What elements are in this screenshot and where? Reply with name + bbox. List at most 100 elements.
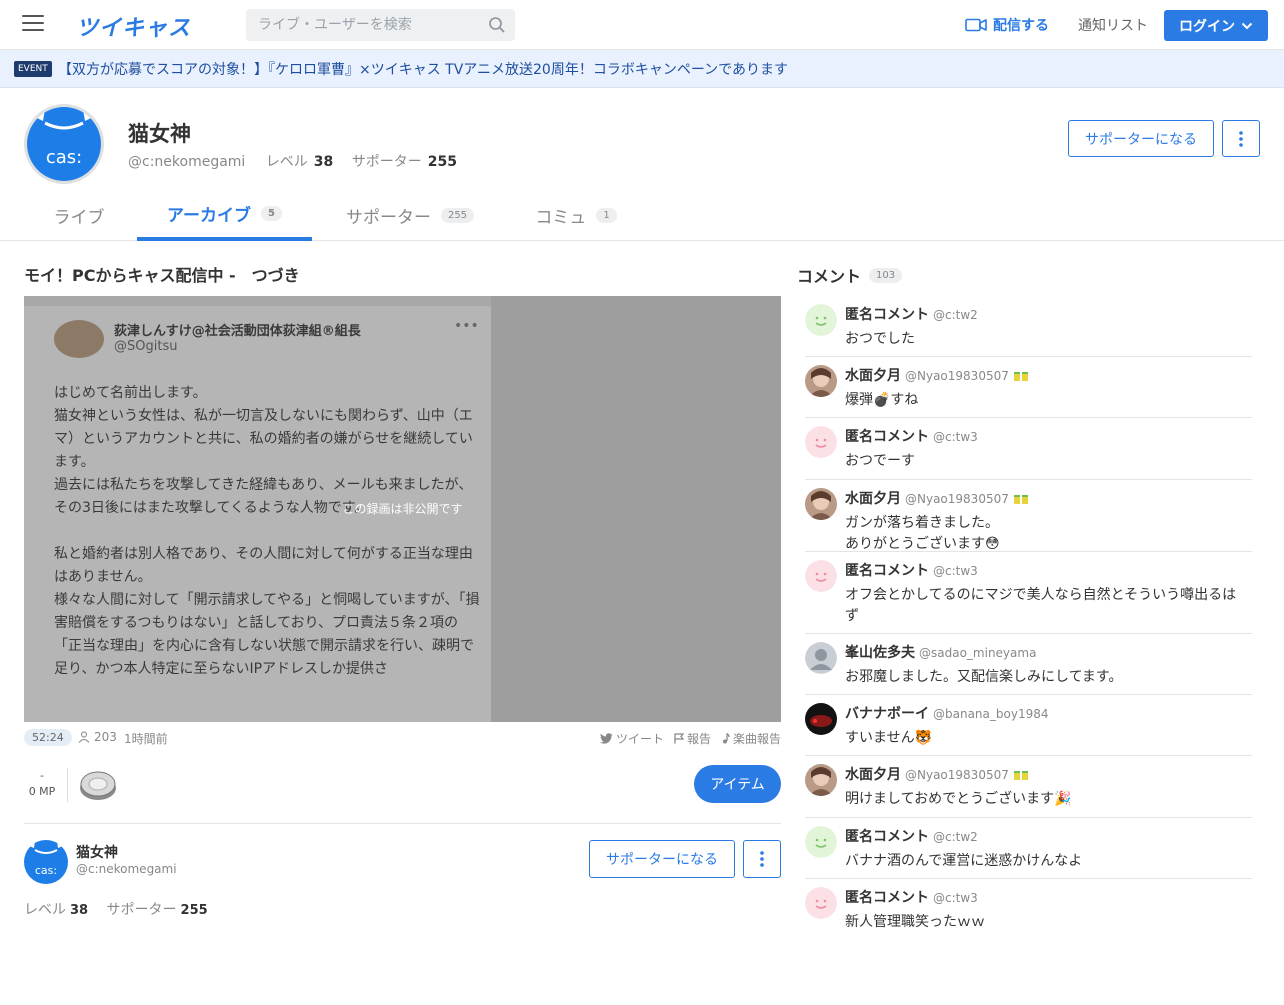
movie-actions: ツイート 報告 楽曲報告 [599,730,781,747]
comment-item: 匿名コメント @c:tw2 おつでした [805,296,1252,357]
more-options-button[interactable] [743,840,781,878]
tab-supporters[interactable]: サポーター 255 [330,190,490,241]
broadcaster-name[interactable]: 猫女神 [76,842,118,862]
comment-avatar[interactable] [805,488,837,520]
supporter-count: 255 [427,154,457,170]
comment-avatar[interactable] [805,703,837,735]
comments-count: 103 [869,267,903,283]
tab-archive[interactable]: アーカイブ 5 [137,190,312,241]
tab-count: 1 [596,208,617,223]
tab-live[interactable]: ライブ [40,190,118,241]
supporter-count: 255 [180,903,208,918]
comment-author-handle: @c:tw3 [933,430,978,444]
comment-avatar[interactable] [805,304,837,336]
comment-item: 匿名コメント @c:tw3 おつでーす [805,418,1252,480]
supporter-badge-icon [1013,371,1028,381]
comment-item: 水面夕月 @Nyao19830507 ガンが落ち着きました。 ありがとうございます😳 [805,480,1252,552]
comment-text: 爆弾💣すね [845,392,919,408]
item-button[interactable]: アイテム [694,765,781,803]
comment-avatar[interactable] [805,560,837,592]
comment-avatar[interactable] [805,426,837,458]
music-report-link[interactable]: 楽曲報告 [721,730,781,747]
comment-author[interactable]: 匿名コメント @c:tw2 [845,304,978,324]
browser-url-bar [24,296,491,306]
site-logo[interactable]: ツイキャス [76,10,191,42]
comment-avatar[interactable] [805,764,837,796]
comment-avatar[interactable] [805,887,837,919]
comment-author-name: 峯山佐多夫 [845,645,915,661]
music-report-label: 楽曲報告 [732,732,781,746]
comment-author-handle: @banana_boy1984 [933,707,1049,721]
comment-author[interactable]: 匿名コメント @c:tw2 [845,826,978,846]
comment-text: バナナ酒のんで運営に迷惑かけんなよ [845,853,1083,869]
svg-text:cas:: cas: [46,147,82,168]
tab-label: ライブ [53,208,105,228]
tab-count: 5 [261,206,282,221]
comment-item: 匿名コメント @c:tw3 オフ会とかしてるのにマジで美人なら自然とそういう噂出るは… [805,552,1252,634]
view-count-value: 203 [94,730,117,744]
event-banner[interactable]: EVENT 【双方が応募でスコアの対象！】『ケロロ軍曹』×ツイキャス TVアニメ… [0,50,1284,88]
report-link[interactable]: 報告 [674,730,711,747]
comment-author-name: 匿名コメント [845,890,929,906]
comment-author-name: バナナボーイ [845,706,929,722]
supporter-badge-icon [1013,770,1028,780]
comment-author[interactable]: 水面夕月 @Nyao19830507 [845,488,1029,508]
divider [24,823,781,824]
comment-author[interactable]: 水面夕月 @Nyao19830507 [845,365,1029,385]
comment-text: 明けましておめでとうございます🎉 [845,791,1072,807]
search-box [246,9,515,41]
level-label: レベル [24,902,66,918]
comment-author[interactable]: 匿名コメント @c:tw3 [845,560,978,580]
comment-item: 匿名コメント @c:tw3 新人管理職笑ったｗｗ [805,879,1252,940]
mp-label: 0 MP [28,785,56,798]
movie-title: モイ！PCからキャス配信中 - つづき [24,266,300,285]
tweet-link[interactable]: ツイート [599,730,664,747]
comment-text: おつでした [845,331,915,347]
tab-label: コミュ [535,208,587,228]
become-supporter-button[interactable]: サポーターになる [589,840,735,878]
search-icon[interactable] [488,16,506,34]
supporter-label: サポーター [106,902,177,918]
comment-author[interactable]: 峯山佐多夫 @sadao_mineyama [845,642,1036,662]
broadcaster-avatar[interactable]: cas: [24,840,68,884]
broadcast-label: 配信する [993,18,1049,34]
comment-author[interactable]: 匿名コメント @c:tw3 [845,887,978,907]
video-camera-icon [965,18,987,32]
person-icon [78,731,90,743]
tweet-avatar [54,320,104,358]
vertical-dots-icon [1239,130,1243,147]
supporter-badge-icon [1013,494,1028,504]
comment-avatar[interactable] [805,826,837,858]
twitter-bird-icon [599,733,613,744]
comment-text: お邪魔しました。又配信楽しみにしてます。 [845,669,1123,685]
tab-community[interactable]: コミュ 1 [520,190,632,241]
comment-author[interactable]: 水面夕月 @Nyao19830507 [845,764,1029,784]
become-supporter-button[interactable]: サポーターになる [1068,120,1214,157]
comment-avatar[interactable] [805,365,837,397]
profile-name: 猫女神 [128,122,191,146]
search-input[interactable] [246,9,476,41]
comments-title: コメント [797,267,862,286]
video-player[interactable]: 荻津しんすけ@社会活動団体荻津組®組長 @SOgitsu ••• はじめて名前出… [24,296,781,722]
comment-item: 水面夕月 @Nyao19830507 明けましておめでとうございます🎉 [805,756,1252,818]
comment-author[interactable]: 匿名コメント @c:tw3 [845,426,978,446]
comment-author[interactable]: バナナボーイ @banana_boy1984 [845,703,1049,723]
comment-avatar[interactable] [805,642,837,674]
notification-list-link[interactable]: 通知リスト [1078,15,1148,35]
level-label: レベル [265,154,308,170]
cas-avatar-image: cas: [27,107,101,181]
profile-avatar[interactable]: cas: [24,104,104,184]
login-button[interactable]: ログイン [1164,10,1268,41]
movie-stats: 52:24 203 1時間前 ツイート 報告 楽曲報告 [24,729,781,747]
tweet-body: はじめて名前出します。 猫女神という女性は、私が一切言及しないにも関わらず、山中… [54,385,480,677]
broadcaster-stats: レベル 38 サポーター 255 [24,899,222,919]
broadcast-button[interactable]: 配信する [965,15,1049,35]
comment-author-handle: @c:tw2 [933,308,978,322]
tweet-author-name: 荻津しんすけ@社会活動団体荻津組®組長 [114,324,361,339]
hamburger-menu-icon[interactable] [22,15,44,33]
item-coin-icon[interactable] [78,767,118,803]
comment-author-handle: @c:tw3 [933,891,978,905]
more-options-button[interactable] [1222,120,1260,157]
event-text[interactable]: 【双方が応募でスコアの対象！】『ケロロ軍曹』×ツイキャス TVアニメ放送20周年… [58,59,788,79]
time-ago: 1時間前 [124,732,168,746]
